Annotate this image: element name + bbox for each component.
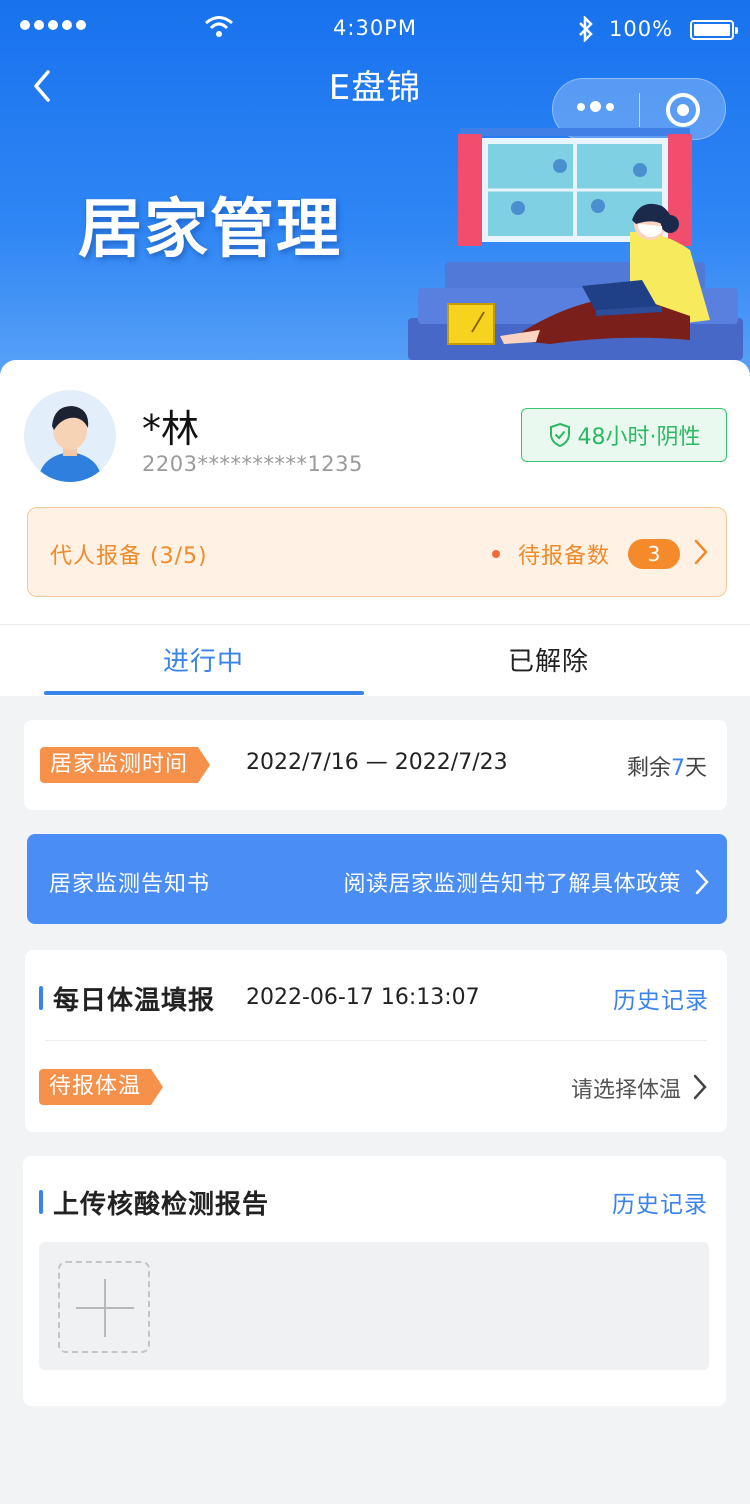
battery-percent: 100% bbox=[609, 17, 674, 41]
pending-temperature-tag: 待报体温 bbox=[39, 1069, 164, 1105]
nucleic-upload-card: 上传核酸检测报告 历史记录 bbox=[23, 1156, 726, 1406]
remaining-days-number: 7 bbox=[670, 756, 685, 781]
shield-check-icon bbox=[549, 422, 570, 448]
header-banner: 4:30PM 100% E盘锦 居家管理 bbox=[0, 0, 750, 380]
divider bbox=[45, 1040, 707, 1041]
user-name: *林 bbox=[142, 407, 200, 451]
remaining-suffix: 天 bbox=[684, 756, 707, 781]
notice-title: 居家监测告知书 bbox=[49, 872, 211, 897]
active-tab-indicator bbox=[44, 691, 364, 695]
tab-in-progress[interactable]: 进行中 bbox=[163, 641, 244, 678]
chevron-right-icon[interactable] bbox=[691, 1072, 709, 1102]
banner-title: 居家管理 bbox=[78, 192, 342, 267]
temperature-select[interactable]: 请选择体温 bbox=[571, 1072, 681, 1104]
proxy-report-label: 代人报备 (3/5) bbox=[50, 544, 208, 569]
pending-label: 待报备数 bbox=[518, 544, 611, 569]
monitoring-notice-banner[interactable]: 居家监测告知书 阅读居家监测告知书了解具体政策 bbox=[27, 834, 727, 924]
tab-released[interactable]: 已解除 bbox=[508, 641, 589, 678]
upload-area bbox=[39, 1242, 709, 1370]
temperature-section-title: 每日体温填报 bbox=[39, 980, 215, 1017]
profile-card: *林 2203**********1235 48小时·阴性 代人报备 (3/5)… bbox=[0, 360, 750, 696]
test-status-badge: 48小时·阴性 bbox=[521, 408, 727, 462]
status-bar: 4:30PM 100% bbox=[0, 0, 750, 60]
bluetooth-icon bbox=[579, 16, 593, 42]
temperature-datetime: 2022-06-17 16:13:07 bbox=[246, 985, 480, 1010]
remaining-prefix: 剩余 bbox=[626, 756, 671, 781]
notice-description: 阅读居家监测告知书了解具体政策 bbox=[343, 872, 681, 897]
upload-section-title: 上传核酸检测报告 bbox=[39, 1184, 269, 1221]
pending-count-badge: 3 bbox=[628, 539, 680, 569]
temperature-history-link[interactable]: 历史记录 bbox=[613, 981, 709, 1015]
avatar bbox=[24, 390, 116, 482]
temperature-report-card: 每日体温填报 2022-06-17 16:13:07 历史记录 待报体温 请选择… bbox=[25, 950, 727, 1132]
test-status-text: 48小时·阴性 bbox=[577, 425, 701, 450]
status-tabs: 进行中 已解除 bbox=[0, 624, 750, 696]
proxy-report-bar[interactable]: 代人报备 (3/5) 待报备数 3 bbox=[27, 507, 727, 597]
more-dots-icon[interactable] bbox=[577, 101, 614, 112]
chevron-right-icon bbox=[694, 539, 708, 565]
remaining-days: 剩余7天 bbox=[627, 750, 707, 782]
monitoring-period-card: 居家监测时间 2022/7/16 — 2022/7/23 剩余7天 bbox=[24, 720, 727, 810]
pending-dot bbox=[492, 550, 500, 558]
battery-icon bbox=[690, 20, 738, 40]
upload-history-link[interactable]: 历史记录 bbox=[612, 1185, 708, 1219]
monitoring-date-range: 2022/7/16 — 2022/7/23 bbox=[246, 750, 508, 775]
plus-icon[interactable] bbox=[58, 1261, 150, 1353]
home-quarantine-illustration bbox=[408, 128, 743, 360]
monitoring-tag: 居家监测时间 bbox=[40, 747, 211, 783]
user-id-number: 2203**********1235 bbox=[142, 452, 363, 476]
user-avatar-icon bbox=[24, 390, 116, 482]
chevron-right-icon bbox=[695, 869, 709, 895]
